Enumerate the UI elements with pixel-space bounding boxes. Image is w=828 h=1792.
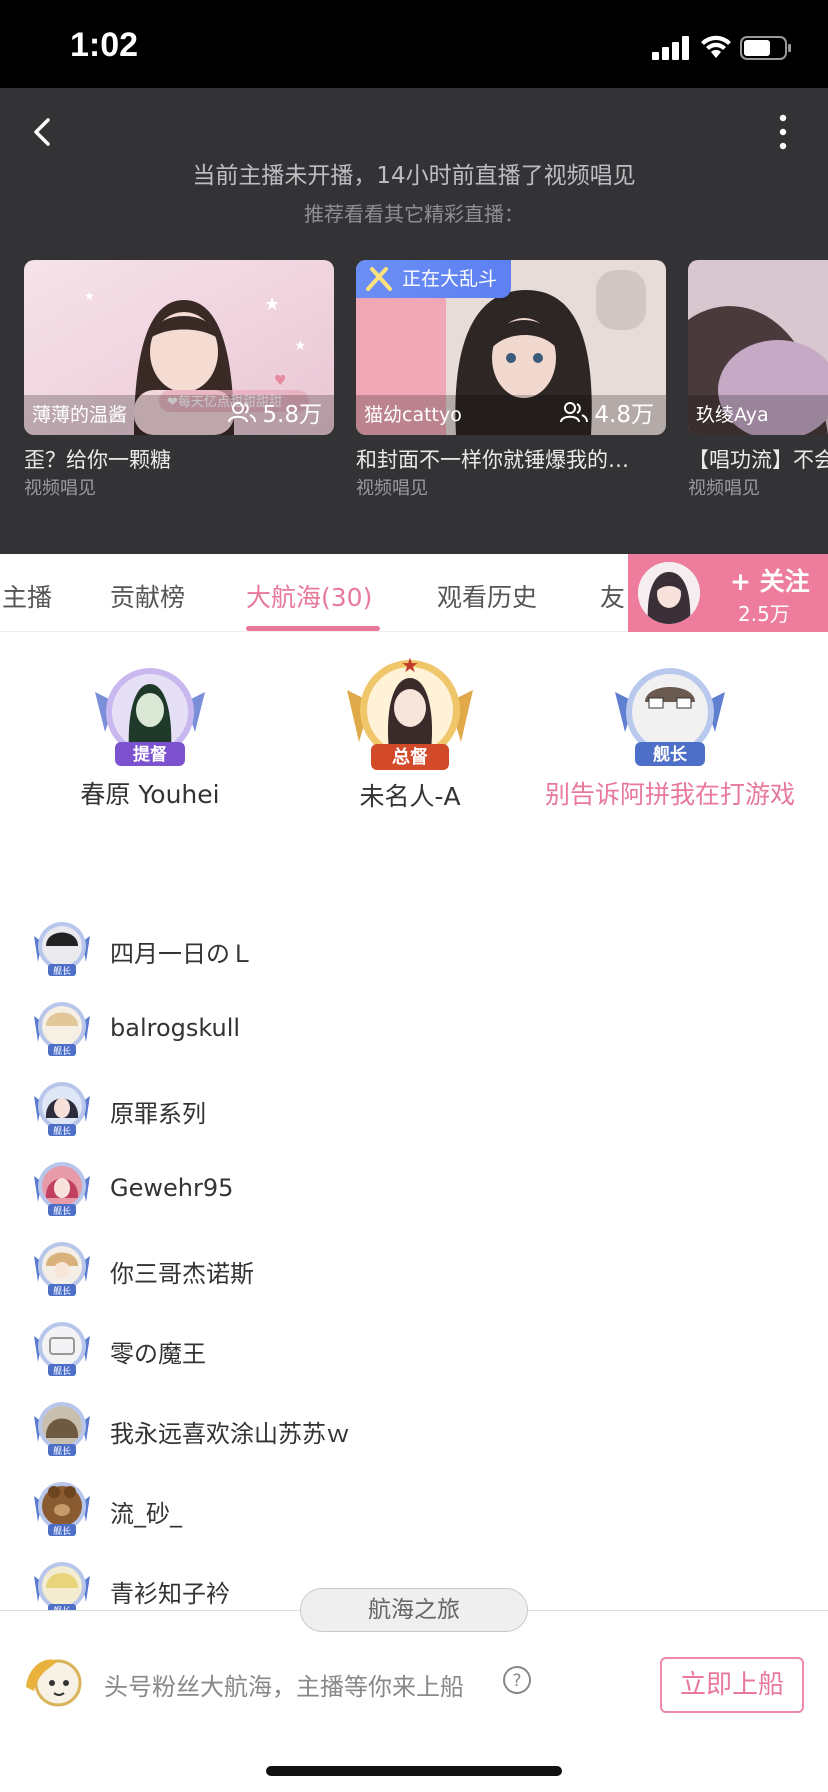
captain-avatar: 舰长 [34,1482,90,1537]
captain-avatar: 舰长 [34,1242,90,1297]
stream-card[interactable]: ★ ★ ★ ♥ ❤每天亿点甜甜甜甜 薄薄的温酱 5.8万 歪？给你一颗糖 视频唱… [24,260,334,500]
streamer-name: 猫幼cattyo [364,404,462,426]
list-item[interactable]: 舰长 原罪系列 [0,1070,828,1150]
stream-category: 视频唱见 [24,478,96,499]
tab-guard[interactable]: 大航海(30) [246,578,372,614]
svg-text:舰长: 舰长 [53,1445,71,1457]
voyage-journey-tab[interactable]: 航海之旅 [300,1588,528,1632]
svg-text:★: ★ [84,289,95,303]
top-guards: 提督 春原 Youhei ★ 总督 未名人-A 舰长 别告诉阿拼我在打游戏 [0,632,828,892]
top-guard-captain[interactable]: 舰长 别告诉阿拼我在打游戏 [540,662,800,812]
status-time: 1:02 [70,26,139,64]
captain-avatar: 舰长 [34,1162,90,1217]
home-indicator[interactable] [266,1766,562,1776]
stream-thumbnail: 玖绫Aya [688,260,828,435]
board-now-button[interactable]: 立即上船 [660,1657,804,1713]
captain-avatar: 舰长 [34,1402,90,1457]
svg-text:★: ★ [401,653,419,677]
svg-text:舰长: 舰长 [53,1365,71,1377]
captain-name: balrogskull [110,1014,241,1042]
svg-text:舰长: 舰长 [653,744,688,765]
svg-text:★: ★ [294,338,307,354]
top-guard-governor[interactable]: ★ 总督 未名人-A [280,650,540,814]
list-item[interactable]: 舰长 四月一日のＬ [0,910,828,990]
mascot-icon [26,1659,82,1707]
svg-text:舰长: 舰长 [53,1285,71,1297]
svg-text:舰长: 舰长 [53,1205,71,1217]
battery-icon [740,36,791,60]
help-icon[interactable]: ? [502,1665,532,1695]
follow-label: + 关注 [730,567,810,596]
captain-avatar: 舰长 [34,1002,90,1057]
svg-text:★: ★ [264,294,280,315]
captain-avatar: 舰长 [34,1082,90,1137]
recommend-label: 推荐看看其它精彩直播： [304,202,524,226]
follower-count: 2.5万 [738,602,790,626]
svg-text:舰长: 舰长 [53,1045,71,1057]
back-arrow-icon[interactable] [22,110,66,154]
offline-header: 当前主播未开播，14小时前直播了视频唱见 推荐看看其它精彩直播： ★ ★ ★ ♥… [0,88,828,554]
stream-thumbnail: ★ ★ ★ ♥ ❤每天亿点甜甜甜甜 薄薄的温酱 5.8万 [24,260,334,435]
stream-card[interactable]: 正在大乱斗 猫幼cattyo 4.8万 和封面不一样你就锤爆我的… 视频唱见 [356,260,666,500]
list-item[interactable]: 舰长 零の魔王 [0,1310,828,1390]
captain-avatar: 舰长 [34,1322,90,1377]
viewer-count: 5.8万 [228,395,322,429]
top-guard-name: 春原 Youhei [80,780,220,809]
captain-name: 你三哥杰诺斯 [110,1260,254,1288]
list-item[interactable]: 舰长 balrogskull [0,990,828,1070]
captain-name: 流_砂_ [110,1500,182,1528]
captain-name: 我永远喜欢涂山苏苏ｗ [110,1420,350,1448]
stream-card[interactable]: 玖绫Aya 【唱功流】不会 视频唱见 [688,260,828,500]
svg-text:舰长: 舰长 [53,1525,71,1537]
viewers-icon [228,402,257,423]
list-item[interactable]: 舰长 Gewehr95 [0,1150,828,1230]
captain-name: 四月一日のＬ [110,940,254,968]
stream-title: 和封面不一样你就锤爆我的… [356,448,629,472]
top-guard-name: 未名人-A [359,782,461,811]
list-item[interactable]: 舰长 你三哥杰诺斯 [0,1230,828,1310]
stream-title: 【唱功流】不会 [688,448,828,472]
status-bar: 1:02 [0,0,828,88]
wifi-icon [701,35,731,58]
crossed-swords-icon [366,267,392,291]
battle-badge: 正在大乱斗 [356,260,512,298]
captain-name: Gewehr95 [110,1174,234,1202]
streamer-name: 玖绫Aya [696,404,769,426]
tab-contribution[interactable]: 贡献榜 [110,578,185,614]
follow-button[interactable]: + 关注 2.5万 [628,554,828,632]
tab-friends[interactable]: 友 [600,578,625,614]
top-guard-name: 别告诉阿拼我在打游戏 [544,780,795,809]
tab-history[interactable]: 观看历史 [437,578,537,614]
svg-text:舰长: 舰长 [53,1125,71,1137]
list-item[interactable]: 舰长 流_砂_ [0,1470,828,1550]
stream-thumbnail: 正在大乱斗 猫幼cattyo 4.8万 [356,260,666,435]
streamer-name: 薄薄的温酱 [32,404,128,426]
active-tab-indicator [246,626,380,631]
stream-category: 视频唱见 [356,478,428,499]
more-options-icon[interactable] [768,110,798,154]
captain-name: 青衫知子衿 [110,1580,230,1608]
svg-text:舰长: 舰长 [53,965,71,977]
svg-text:♥: ♥ [274,373,287,389]
viewer-count: 4.8万 [560,395,654,429]
streamer-avatar [638,562,700,624]
svg-text:总督: 总督 [392,746,428,768]
svg-text:?: ? [512,1671,521,1691]
captain-name: 原罪系列 [110,1100,206,1128]
svg-text:提督: 提督 [133,744,167,765]
tab-anchor[interactable]: 主播 [2,578,52,614]
admiral-badge-icon: 提督 [95,668,205,766]
cellular-signal-icon [652,36,689,60]
stream-category: 视频唱见 [688,478,760,499]
captain-avatar: 舰长 [34,922,90,977]
recommended-streams: ★ ★ ★ ♥ ❤每天亿点甜甜甜甜 薄薄的温酱 5.8万 歪？给你一颗糖 视频唱… [24,260,828,500]
stream-title: 歪？给你一颗糖 [24,448,171,472]
top-guard-admiral[interactable]: 提督 春原 Youhei [20,662,280,812]
viewers-icon [560,402,589,423]
guard-promo-text: 头号粉丝大航海，主播等你来上船 [104,1673,464,1701]
captain-name: 零の魔王 [110,1340,206,1368]
boarding-bar: 头号粉丝大航海，主播等你来上船 ? 立即上船 [0,1610,828,1792]
list-item[interactable]: 舰长 我永远喜欢涂山苏苏ｗ [0,1390,828,1470]
offline-notice: 当前主播未开播，14小时前直播了视频唱见 [192,163,636,189]
